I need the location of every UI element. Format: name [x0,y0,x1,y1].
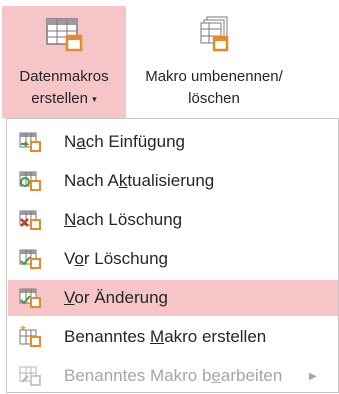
ribbon-group: Datenmakros erstellen ▾ Makro umbenennen… [0,0,339,120]
submenu-arrow-icon: ▶ [309,370,317,382]
after-insert-icon [19,132,41,152]
rename-macro-icon [200,16,229,52]
rename-delete-macro-button[interactable]: Makro umbenennen/ löschen [126,6,302,118]
create-data-macros-label-2: erstellen [31,90,88,107]
after-update-icon [19,171,41,191]
create-data-macros-label-1: Datenmakros [19,68,109,85]
edit-named-macro-icon [19,366,41,386]
menu-item-before-delete[interactable]: Vor Löschung [8,241,338,277]
menu-item-label: Vor Löschung [64,249,168,268]
menu-item-label: Nach Einfügung [64,132,185,151]
data-macro-table-icon [46,18,83,52]
menu-item-after-insert[interactable]: Nach Einfügung [8,124,338,160]
create-data-macros-button[interactable]: Datenmakros erstellen ▾ [2,6,126,118]
rename-delete-macro-label-1: Makro umbenennen/ [145,68,283,85]
menu-item-label: Nach Löschung [64,210,183,229]
menu-item-label: Nach Aktualisierung [64,171,215,190]
menu-item-after-update[interactable]: Nach Aktualisierung [8,163,338,199]
menu-item-label: Vor Änderung [64,288,168,307]
menu-item-after-delete[interactable]: Nach Löschung [8,202,338,238]
dropdown-caret-icon: ▾ [92,94,97,104]
menu-item-label: Benanntes Makro bearbeiten [64,366,283,385]
rename-delete-macro-label-2: löschen [188,90,240,107]
menu-item-edit-named-macro[interactable]: Benanntes Makro bearbeiten ▶ [8,358,338,394]
create-named-macro-icon [19,325,41,347]
data-macros-dropdown-menu: Nach Einfügung Nach Aktualisierung Nach … [6,118,339,393]
menu-item-label: Benanntes Makro erstellen [64,327,267,346]
before-delete-icon [19,249,41,269]
menu-item-before-change[interactable]: Vor Änderung [8,280,338,316]
after-delete-icon [19,210,41,230]
menu-item-create-named-macro[interactable]: Benanntes Makro erstellen [8,319,338,355]
before-change-icon [19,288,41,308]
